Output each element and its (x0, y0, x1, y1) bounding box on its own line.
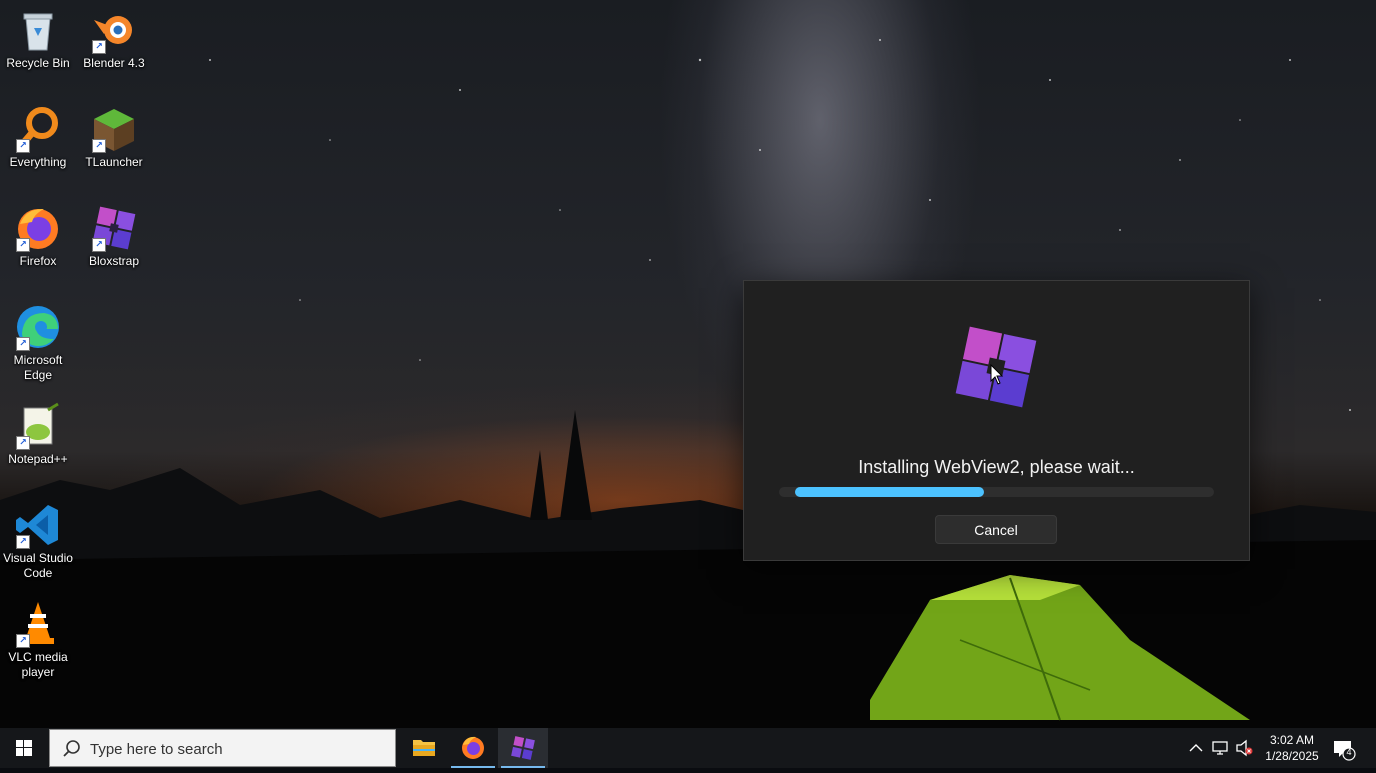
clock-time: 3:02 AM (1269, 733, 1315, 747)
desktop-icon-label: VLC media player (8, 650, 68, 679)
desktop-icon-label: Blender 4.3 (83, 56, 145, 70)
desktop-icon-edge[interactable]: ↗ Microsoft Edge (0, 303, 76, 383)
taskbar-firefox[interactable] (448, 728, 498, 768)
shortcut-arrow-icon: ↗ (16, 139, 30, 153)
notification-count-badge: 4 (1346, 747, 1352, 757)
shortcut-arrow-icon: ↗ (16, 337, 30, 351)
desktop-icon-label: Notepad++ (8, 452, 68, 466)
cancel-button[interactable]: Cancel (935, 515, 1057, 544)
search-icon (63, 740, 80, 757)
chevron-up-icon (1189, 744, 1203, 752)
shortcut-arrow-icon: ↗ (16, 238, 30, 252)
edge-icon: ↗ (14, 303, 62, 351)
everything-search-icon: ↗ (14, 105, 62, 153)
mouse-cursor-icon (990, 363, 1004, 386)
taskbar-search-box[interactable]: Type here to search (49, 729, 396, 767)
desktop-icon-label: Microsoft Edge (13, 353, 63, 382)
tray-overflow-chevron[interactable] (1186, 728, 1206, 768)
desktop-icon-blender[interactable]: ↗ Blender 4.3 (76, 6, 152, 71)
shortcut-arrow-icon: ↗ (92, 238, 106, 252)
desktop-icon-label: Visual Studio Code (3, 551, 73, 580)
desktop-icon-everything[interactable]: ↗ Everything (0, 105, 76, 170)
recycle-bin-icon (14, 6, 62, 54)
taskbar: Type here to search 3:02 AM 1/28/2025 4 (0, 728, 1376, 768)
desktop-icon-tlauncher[interactable]: ↗ TLauncher (76, 105, 152, 170)
bloxstrap-icon (511, 736, 535, 760)
vscode-icon: ↗ (14, 501, 62, 549)
clock-date: 1/28/2025 (1265, 749, 1319, 763)
shortcut-arrow-icon: ↗ (16, 436, 30, 450)
install-progress-fill (795, 487, 984, 497)
desktop-icon-label: Firefox (19, 254, 57, 268)
windows-logo-icon (16, 740, 32, 756)
blender-icon: ↗ (90, 6, 138, 54)
taskbar-clock[interactable]: 3:02 AM 1/28/2025 (1252, 732, 1332, 764)
desktop-icon-label: Recycle Bin (6, 56, 70, 70)
network-icon (1212, 741, 1228, 755)
search-placeholder: Type here to search (90, 741, 223, 758)
shortcut-arrow-icon: ↗ (92, 40, 106, 54)
tray-network[interactable] (1210, 728, 1232, 768)
desktop-icon-vlc[interactable]: ↗ VLC media player (0, 600, 76, 680)
installer-dialog: Installing WebView2, please wait... Canc… (743, 280, 1250, 561)
tlauncher-icon: ↗ (90, 105, 138, 153)
taskbar-file-explorer[interactable] (399, 728, 449, 768)
bloxstrap-icon: ↗ (90, 204, 138, 252)
shortcut-arrow-icon: ↗ (16, 634, 30, 648)
desktop-icon-notepad-plus-plus[interactable]: ↗ Notepad++ (0, 402, 76, 467)
desktop-icon-label: Everything (9, 155, 67, 169)
shortcut-arrow-icon: ↗ (16, 535, 30, 549)
install-progress-bar (779, 487, 1214, 497)
desktop-icon-label: Bloxstrap (88, 254, 140, 268)
shortcut-arrow-icon: ↗ (92, 139, 106, 153)
desktop-icon-label: TLauncher (85, 155, 143, 169)
install-status-text: Installing WebView2, please wait... (858, 457, 1135, 477)
taskbar-bloxstrap[interactable] (498, 728, 548, 768)
desktop-icon-recycle-bin[interactable]: Recycle Bin (0, 6, 76, 71)
action-center-button[interactable]: 4 (1330, 736, 1356, 762)
desktop-icon-firefox[interactable]: ↗ Firefox (0, 204, 76, 269)
file-explorer-icon (413, 740, 435, 756)
desktop-icon-bloxstrap[interactable]: ↗ Bloxstrap (76, 204, 152, 269)
start-button[interactable] (0, 728, 48, 768)
firefox-icon (462, 736, 484, 759)
vlc-icon: ↗ (14, 600, 62, 648)
firefox-icon: ↗ (14, 204, 62, 252)
desktop-icon-vscode[interactable]: ↗ Visual Studio Code (0, 501, 76, 581)
notepad-plus-plus-icon: ↗ (14, 402, 62, 450)
